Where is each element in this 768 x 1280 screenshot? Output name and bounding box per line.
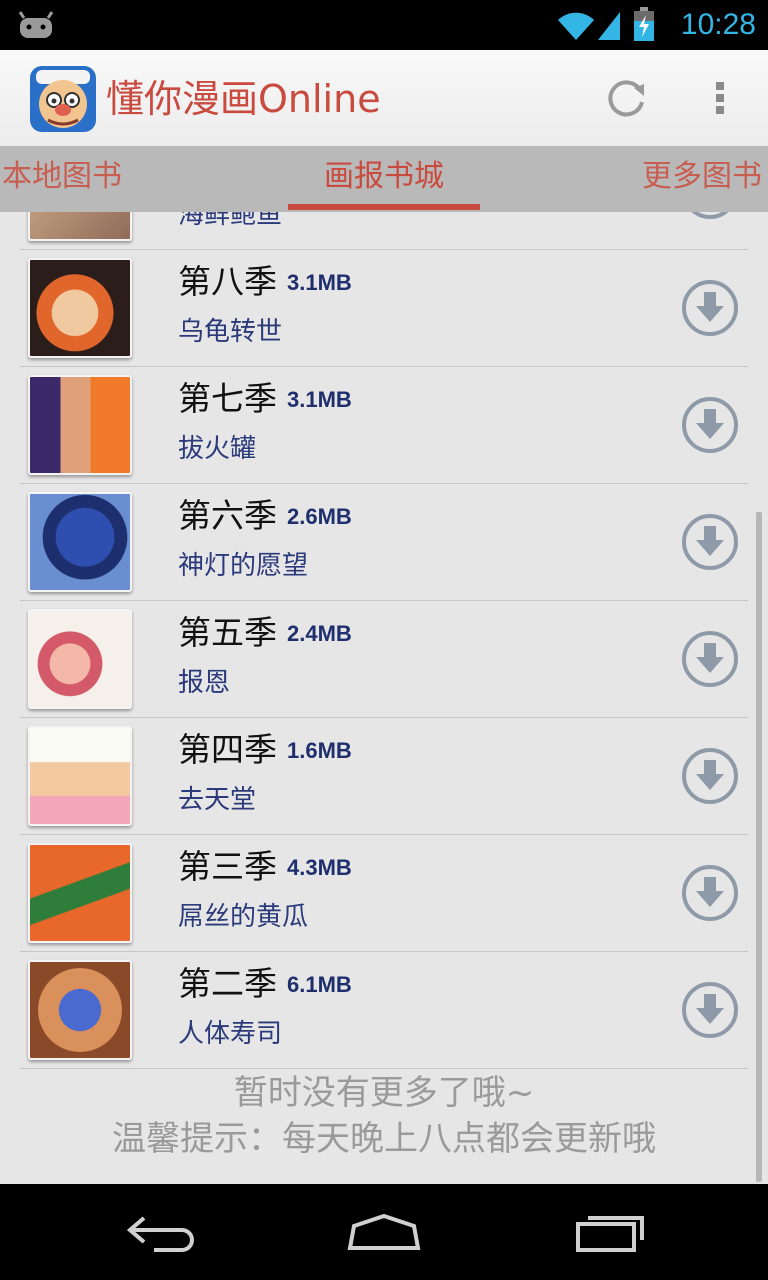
app-title: 懂你漫画Online: [106, 77, 381, 121]
download-icon[interactable]: [680, 212, 740, 221]
comic-thumbnail: [28, 375, 132, 475]
comic-thumbnail: [28, 843, 132, 943]
file-size: 3.1MB: [287, 270, 352, 295]
comic-thumbnail: [28, 609, 132, 709]
tab-indicator: [288, 204, 480, 210]
android-notification-icon: [18, 11, 54, 38]
season-label: 第六季: [178, 496, 277, 535]
overflow-menu-icon[interactable]: [700, 68, 740, 128]
comic-subtitle: 乌龟转世: [178, 317, 283, 347]
comic-season: 第三季 4.3MB: [178, 845, 352, 890]
comic-season: 第五季 2.4MB: [178, 611, 352, 656]
comic-subtitle: 去天堂: [178, 785, 257, 815]
download-icon[interactable]: [680, 512, 740, 572]
tab-strip: 本地图书 画报书城 更多图书: [0, 146, 768, 212]
comic-subtitle: 拔火罐: [178, 434, 257, 464]
comic-thumbnail: [28, 258, 132, 358]
comic-thumbnail: [28, 726, 132, 826]
list-item[interactable]: 海鲜鲍鱼: [20, 212, 748, 250]
update-tip-text: 温馨提示：每天晚上八点都会更新哦: [112, 1119, 656, 1159]
file-size: 4.3MB: [287, 855, 352, 880]
list-item[interactable]: 第七季 3.1MB 拔火罐: [20, 367, 748, 484]
season-label: 第八季: [178, 262, 277, 301]
battery-icon: [634, 7, 654, 41]
back-icon[interactable]: [124, 1212, 196, 1252]
comic-thumbnail: [28, 492, 132, 592]
comic-season: 第四季 1.6MB: [178, 728, 352, 773]
file-size: 1.6MB: [287, 738, 352, 763]
list-item[interactable]: 第五季 2.4MB 报恩: [20, 601, 748, 718]
comic-thumbnail: [28, 960, 132, 1060]
comic-subtitle: 海鲜鲍鱼: [178, 212, 283, 230]
download-icon[interactable]: [680, 278, 740, 338]
season-label: 第七季: [178, 379, 277, 418]
list-item[interactable]: 第二季 6.1MB 人体寿司: [20, 952, 748, 1069]
download-icon[interactable]: [680, 395, 740, 455]
comic-season: 第八季 3.1MB: [178, 260, 352, 305]
file-size: 6.1MB: [287, 972, 352, 997]
comic-season: 第六季 2.6MB: [178, 494, 352, 539]
recent-apps-icon[interactable]: [574, 1210, 646, 1254]
refresh-icon[interactable]: [596, 68, 656, 128]
home-icon[interactable]: [346, 1212, 422, 1252]
list-item[interactable]: 第六季 2.6MB 神灯的愿望: [20, 484, 748, 601]
list-item[interactable]: 第八季 3.1MB 乌龟转世: [20, 250, 748, 367]
tab-local-books[interactable]: 本地图书: [2, 146, 122, 212]
comic-thumbnail: [28, 212, 132, 241]
download-icon[interactable]: [680, 629, 740, 689]
season-label: 第四季: [178, 730, 277, 769]
season-label: 第五季: [178, 613, 277, 652]
comic-list[interactable]: 海鲜鲍鱼 第八季 3.1MB 乌龟转世 第七季 3.1MB 拔火罐 第六季 2.6MB: [0, 212, 768, 1184]
file-size: 3.1MB: [287, 387, 352, 412]
download-icon[interactable]: [680, 863, 740, 923]
list-item[interactable]: 第四季 1.6MB 去天堂: [20, 718, 748, 835]
app-logo-icon[interactable]: [30, 66, 96, 132]
comic-season: 第二季 6.1MB: [178, 962, 352, 1007]
list-footer: 暂时没有更多了哦~ 温馨提示：每天晚上八点都会更新哦: [20, 1070, 748, 1162]
action-bar: 懂你漫画Online: [0, 50, 768, 147]
file-size: 2.6MB: [287, 504, 352, 529]
season-label: 第三季: [178, 847, 277, 886]
download-icon[interactable]: [680, 980, 740, 1040]
signal-icon: [598, 12, 620, 40]
no-more-text: 暂时没有更多了哦~: [233, 1073, 535, 1113]
wifi-icon: [558, 12, 594, 41]
scrollbar[interactable]: [756, 512, 762, 1182]
comic-subtitle: 屌丝的黄瓜: [178, 902, 309, 932]
status-bar: 10:28: [0, 0, 768, 50]
list-item[interactable]: 第三季 4.3MB 屌丝的黄瓜: [20, 835, 748, 952]
tab-more-books[interactable]: 更多图书: [642, 146, 762, 212]
tab-pictorial-store[interactable]: 画报书城: [288, 146, 480, 212]
comic-subtitle: 人体寿司: [178, 1019, 283, 1049]
comic-subtitle: 报恩: [178, 668, 231, 698]
comic-season: 第七季 3.1MB: [178, 377, 352, 422]
download-icon[interactable]: [680, 746, 740, 806]
comic-subtitle: 神灯的愿望: [178, 551, 309, 581]
navigation-bar: [0, 1184, 768, 1280]
status-time: 10:28: [680, 8, 756, 41]
file-size: 2.4MB: [287, 621, 352, 646]
season-label: 第二季: [178, 964, 277, 1003]
